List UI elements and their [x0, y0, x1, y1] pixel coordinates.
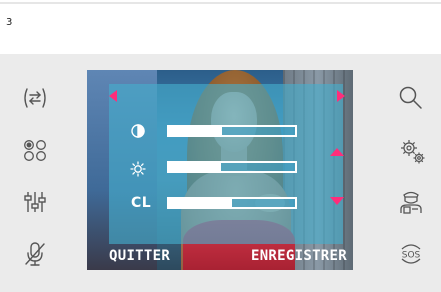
- sos-button[interactable]: SOS: [396, 239, 426, 269]
- microphone-mute-icon: [25, 242, 45, 266]
- search-button[interactable]: [396, 83, 426, 113]
- color-label: CL: [131, 195, 152, 211]
- save-softkey[interactable]: ENREGISTRER: [251, 248, 347, 264]
- contrast-slider-fill: [169, 127, 222, 135]
- page-number: 3: [6, 17, 13, 28]
- microphone-mute-button[interactable]: [20, 239, 50, 269]
- door-release-icon: [24, 88, 46, 108]
- brightness-slider[interactable]: [167, 161, 297, 173]
- gears-icon: [401, 140, 425, 164]
- contrast-slider[interactable]: [167, 125, 297, 137]
- top-divider: [0, 2, 441, 4]
- video-screen: CL QUITTER ENREGISTRER: [87, 70, 353, 270]
- brightness-icon: [129, 160, 147, 178]
- sos-icon: SOS: [401, 244, 421, 264]
- color-slider-fill: [169, 199, 232, 207]
- settings-gears-button[interactable]: [398, 137, 428, 167]
- arrow-right-button[interactable]: [337, 90, 345, 102]
- arrow-down-button[interactable]: [330, 197, 344, 205]
- color-slider[interactable]: [167, 197, 297, 209]
- camera-switch-button[interactable]: [20, 135, 50, 165]
- magnifier-icon: [399, 86, 422, 109]
- door-release-button[interactable]: [20, 83, 50, 113]
- settings-sliders-icon: [24, 192, 46, 212]
- camera-switch-icon: [24, 140, 46, 161]
- concierge-button[interactable]: [396, 187, 426, 217]
- arrow-up-button[interactable]: [330, 148, 344, 156]
- settings-sliders-button[interactable]: [20, 187, 50, 217]
- arrow-left-button[interactable]: [109, 90, 117, 102]
- contrast-icon: [129, 122, 147, 140]
- svg-text:SOS: SOS: [402, 251, 421, 261]
- quit-softkey[interactable]: QUITTER: [109, 248, 170, 264]
- brightness-slider-fill: [169, 163, 221, 171]
- concierge-icon: [400, 191, 422, 214]
